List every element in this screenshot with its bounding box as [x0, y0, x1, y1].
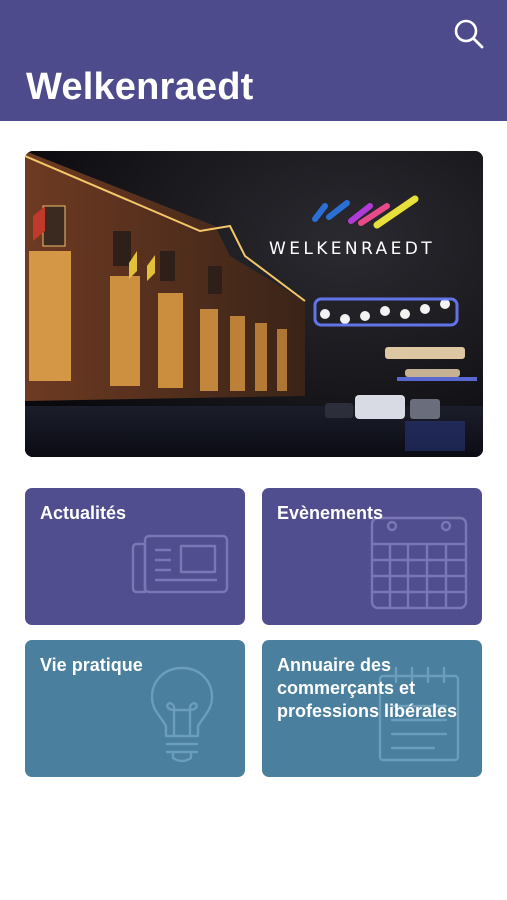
tile-label: Vie pratique — [40, 655, 143, 675]
tile-vie-pratique[interactable]: Vie pratique — [25, 640, 245, 777]
app-title: Welkenraedt — [26, 66, 254, 108]
newspaper-icon — [131, 534, 229, 594]
tile-annuaire[interactable]: Annuaire des commerçants et professions … — [262, 640, 482, 777]
tile-label: Actualités — [40, 503, 127, 523]
hero-image[interactable]: WELKENRAEDT — [25, 151, 483, 457]
lightbulb-icon — [150, 666, 214, 763]
calendar-icon — [370, 516, 468, 610]
town-hall-night-photo — [25, 151, 483, 457]
hero-logo-text: WELKENRAEDT — [269, 239, 435, 259]
tile-label: Evènements — [277, 503, 384, 523]
app-header: Welkenraedt — [0, 0, 507, 121]
search-icon — [454, 19, 484, 49]
tile-label: Annuaire des commerçants et professions … — [277, 655, 458, 721]
tile-actualites[interactable]: Actualités — [25, 488, 245, 625]
search-button[interactable] — [450, 14, 490, 54]
tile-evenements[interactable]: Evènements — [262, 488, 482, 625]
